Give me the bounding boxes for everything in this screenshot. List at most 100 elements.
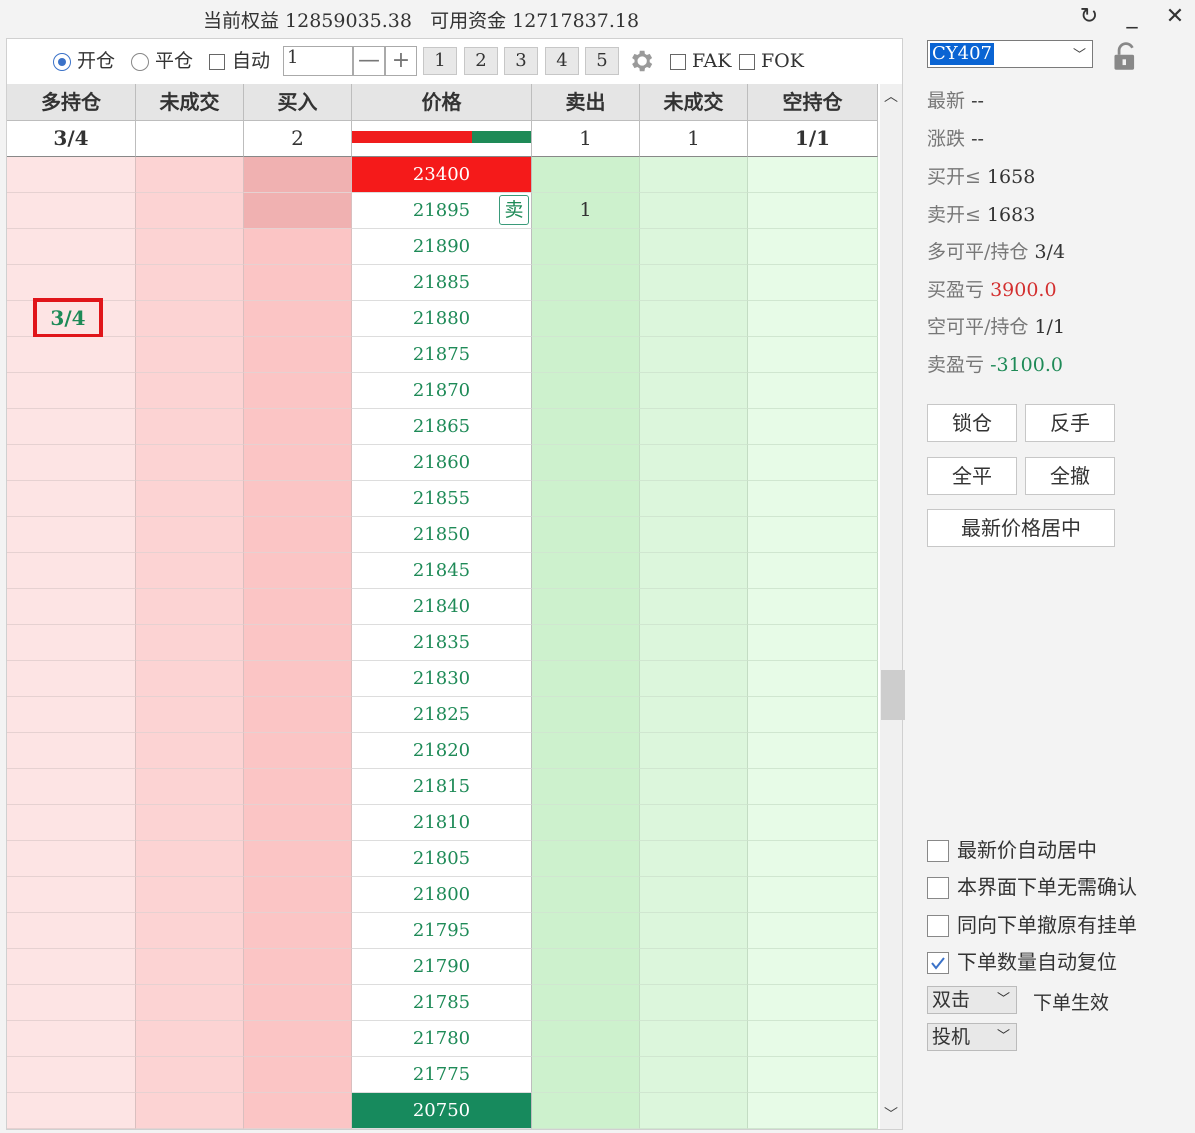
short-pending-cell[interactable] (640, 769, 748, 805)
sell-cell[interactable] (532, 1021, 640, 1057)
long-pending-cell[interactable] (136, 1021, 244, 1057)
short-position-cell[interactable] (748, 373, 878, 409)
quick-qty-2-button[interactable]: 2 (464, 47, 498, 75)
sell-cell[interactable] (532, 985, 640, 1021)
long-position-cell[interactable] (7, 949, 136, 985)
sell-order-badge[interactable]: 卖 (499, 195, 529, 225)
reverse-button[interactable]: 反手 (1025, 404, 1115, 442)
sell-cell[interactable] (532, 517, 640, 553)
buy-cell[interactable] (244, 481, 352, 517)
price-cell[interactable]: 21875 (352, 337, 532, 373)
short-position-cell[interactable] (748, 697, 878, 733)
short-pending-cell[interactable] (640, 985, 748, 1021)
short-position-cell[interactable] (748, 337, 878, 373)
sell-cell[interactable] (532, 733, 640, 769)
sell-cell[interactable]: 1 (532, 193, 640, 229)
close-radio[interactable] (131, 53, 149, 71)
contract-select[interactable]: CY407 ﹀ (927, 40, 1093, 68)
quantity-input[interactable]: 1 (283, 46, 353, 76)
long-pending-cell[interactable] (136, 841, 244, 877)
short-position-cell[interactable] (748, 913, 878, 949)
price-cell[interactable]: 21785 (352, 985, 532, 1021)
scroll-down-icon[interactable]: ﹀ (880, 1104, 902, 1126)
short-pending-cell[interactable] (640, 265, 748, 301)
price-cell[interactable]: 21835 (352, 625, 532, 661)
price-cell[interactable]: 21865 (352, 409, 532, 445)
refresh-icon[interactable]: ↻ (1074, 2, 1104, 32)
long-pending-cell[interactable] (136, 301, 244, 337)
short-position-cell[interactable] (748, 481, 878, 517)
long-position-cell[interactable] (7, 661, 136, 697)
long-position-cell[interactable] (7, 589, 136, 625)
buy-cell[interactable] (244, 157, 352, 193)
short-pending-cell[interactable] (640, 337, 748, 373)
sell-cell[interactable] (532, 301, 640, 337)
price-cell[interactable]: 21895 卖 (352, 193, 532, 229)
short-position-cell[interactable] (748, 229, 878, 265)
sell-cell[interactable] (532, 877, 640, 913)
price-cell[interactable]: 21845 (352, 553, 532, 589)
short-pending-cell[interactable] (640, 877, 748, 913)
center-latest-price-button[interactable]: 最新价格居中 (927, 509, 1115, 547)
buy-cell[interactable] (244, 1093, 352, 1129)
long-pending-cell[interactable] (136, 553, 244, 589)
lock-position-button[interactable]: 锁仓 (927, 404, 1017, 442)
short-pending-cell[interactable] (640, 733, 748, 769)
sell-cell[interactable] (532, 949, 640, 985)
long-position-cell[interactable] (7, 1057, 136, 1093)
price-cell[interactable]: 21790 (352, 949, 532, 985)
short-pending-cell[interactable] (640, 913, 748, 949)
short-pending-cell[interactable] (640, 1093, 748, 1129)
buy-cell[interactable] (244, 949, 352, 985)
sell-cell[interactable] (532, 913, 640, 949)
unlock-icon[interactable] (1112, 42, 1140, 72)
sell-cell[interactable] (532, 337, 640, 373)
short-position-cell[interactable] (748, 157, 878, 193)
short-pending-cell[interactable] (640, 553, 748, 589)
short-pending-cell[interactable] (640, 805, 748, 841)
buy-cell[interactable] (244, 589, 352, 625)
price-cell[interactable]: 21860 (352, 445, 532, 481)
short-pending-cell[interactable] (640, 481, 748, 517)
short-position-cell[interactable] (748, 409, 878, 445)
auto-center-checkbox[interactable] (927, 840, 949, 862)
long-position-cell[interactable] (7, 733, 136, 769)
scroll-up-icon[interactable]: ︿ (880, 86, 902, 108)
auto-checkbox[interactable] (209, 54, 225, 70)
short-pending-cell[interactable] (640, 949, 748, 985)
plus-button[interactable]: + (385, 46, 417, 76)
sell-cell[interactable] (532, 157, 640, 193)
sell-cell[interactable] (532, 409, 640, 445)
price-cell[interactable]: 23400 (352, 157, 532, 193)
long-pending-cell[interactable] (136, 769, 244, 805)
long-pending-cell[interactable] (136, 445, 244, 481)
buy-cell[interactable] (244, 409, 352, 445)
short-position-cell[interactable] (748, 517, 878, 553)
long-position-cell[interactable] (7, 985, 136, 1021)
buy-cell[interactable] (244, 769, 352, 805)
short-pending-cell[interactable] (640, 661, 748, 697)
long-position-cell[interactable]: 3/4 (7, 298, 136, 338)
gear-icon[interactable] (627, 47, 655, 75)
long-pending-cell[interactable] (136, 481, 244, 517)
price-cell[interactable]: 21805 (352, 841, 532, 877)
long-pending-cell[interactable] (136, 589, 244, 625)
long-pending-cell[interactable] (136, 661, 244, 697)
long-pending-cell[interactable] (136, 949, 244, 985)
short-pending-cell[interactable] (640, 229, 748, 265)
fok-checkbox[interactable] (739, 54, 755, 70)
no-confirm-checkbox[interactable] (927, 877, 949, 899)
buy-cell[interactable] (244, 841, 352, 877)
sell-cell[interactable] (532, 625, 640, 661)
cancel-all-button[interactable]: 全撤 (1025, 457, 1115, 495)
sell-cell[interactable] (532, 805, 640, 841)
hedge-mode-select[interactable]: 投机 ﹀ (927, 1023, 1017, 1051)
quick-qty-5-button[interactable]: 5 (585, 47, 619, 75)
short-pending-cell[interactable] (640, 445, 748, 481)
long-position-cell[interactable] (7, 553, 136, 589)
price-cell[interactable]: 21855 (352, 481, 532, 517)
buy-cell[interactable] (244, 877, 352, 913)
buy-cell[interactable] (244, 373, 352, 409)
price-cell[interactable]: 21775 (352, 1057, 532, 1093)
long-position-cell[interactable] (7, 481, 136, 517)
